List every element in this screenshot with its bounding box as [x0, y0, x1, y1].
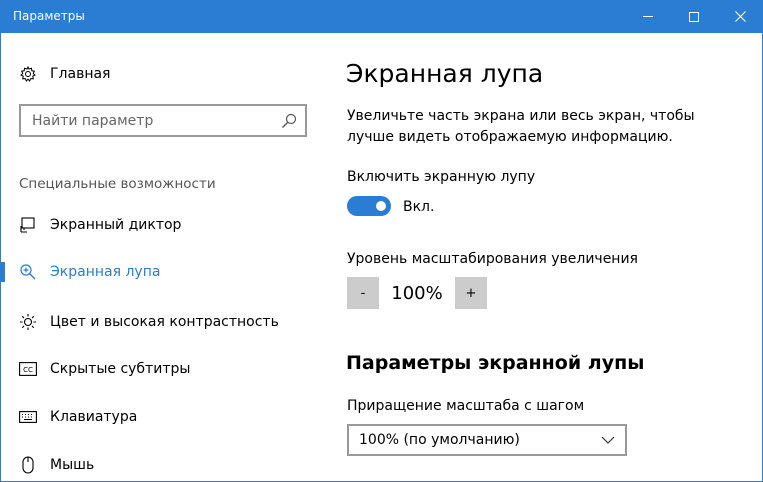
sidebar-category-heading: Специальные возможности: [19, 176, 216, 192]
search-placeholder: Найти параметр: [32, 113, 154, 129]
zoom-level-heading: Уровень масштабирования увеличения: [347, 251, 638, 267]
sidebar-item-closed-captions[interactable]: CC Скрытые субтитры: [1, 349, 311, 389]
maximize-button[interactable]: [671, 0, 717, 33]
zoom-step-heading: Приращение масштаба с шагом: [347, 398, 585, 414]
zoom-out-button[interactable]: -: [347, 277, 379, 309]
toggle-heading: Включить экранную лупу: [347, 169, 536, 185]
sidebar-item-label: Цвет и высокая контрастность: [50, 314, 279, 330]
search-input[interactable]: Найти параметр: [19, 104, 307, 137]
sidebar-item-mouse[interactable]: Мышь: [1, 445, 311, 482]
zoom-step-select[interactable]: 100% (по умолчанию): [347, 424, 627, 456]
section-title: Параметры экранной лупы: [346, 352, 645, 374]
brightness-icon: [19, 313, 37, 331]
zoom-step-selected-value: 100% (по умолчанию): [359, 432, 520, 448]
search-icon: [282, 113, 297, 128]
closed-captions-icon: CC: [19, 360, 37, 378]
minimize-icon: [643, 16, 653, 17]
sidebar-item-home[interactable]: Главная: [1, 54, 311, 94]
settings-window: Параметры Главная Найти параметр Специал…: [0, 0, 763, 482]
close-button[interactable]: [717, 0, 763, 33]
sidebar-item-magnifier[interactable]: Экранная лупа: [1, 252, 311, 292]
magnifier-toggle[interactable]: [347, 196, 391, 216]
gear-icon: [19, 65, 37, 83]
zoom-level-value: 100%: [391, 283, 443, 304]
page-title: Экранная лупа: [346, 59, 544, 88]
title-bar[interactable]: Параметры: [1, 0, 763, 33]
toggle-knob: [376, 201, 386, 211]
page-description: Увеличьте часть экрана или весь экран, ч…: [347, 108, 695, 145]
sidebar-home-label: Главная: [50, 66, 111, 82]
toggle-state-label: Вкл.: [403, 199, 435, 215]
window-title: Параметры: [13, 9, 85, 23]
sidebar-item-label: Клавиатура: [50, 409, 138, 425]
sidebar-item-label: Экранный диктор: [50, 217, 182, 233]
sidebar-item-keyboard[interactable]: Клавиатура: [1, 397, 311, 437]
keyboard-icon: [19, 408, 37, 426]
magnifier-icon: [19, 263, 37, 281]
close-icon: [734, 11, 746, 22]
minimize-button[interactable]: [625, 0, 671, 33]
sidebar-item-label: Мышь: [50, 457, 95, 473]
sidebar-item-narrator[interactable]: Экранный диктор: [1, 205, 311, 245]
maximize-icon: [689, 11, 699, 22]
sidebar-item-color-contrast[interactable]: Цвет и высокая контрастность: [1, 302, 311, 342]
narrator-icon: [19, 216, 37, 234]
sidebar-item-label: Экранная лупа: [50, 264, 161, 280]
sidebar-item-label: Скрытые субтитры: [50, 361, 191, 377]
svg-text:CC: CC: [23, 366, 33, 374]
chevron-down-icon: [601, 436, 615, 444]
mouse-icon: [19, 456, 37, 474]
zoom-in-button[interactable]: +: [455, 277, 487, 309]
